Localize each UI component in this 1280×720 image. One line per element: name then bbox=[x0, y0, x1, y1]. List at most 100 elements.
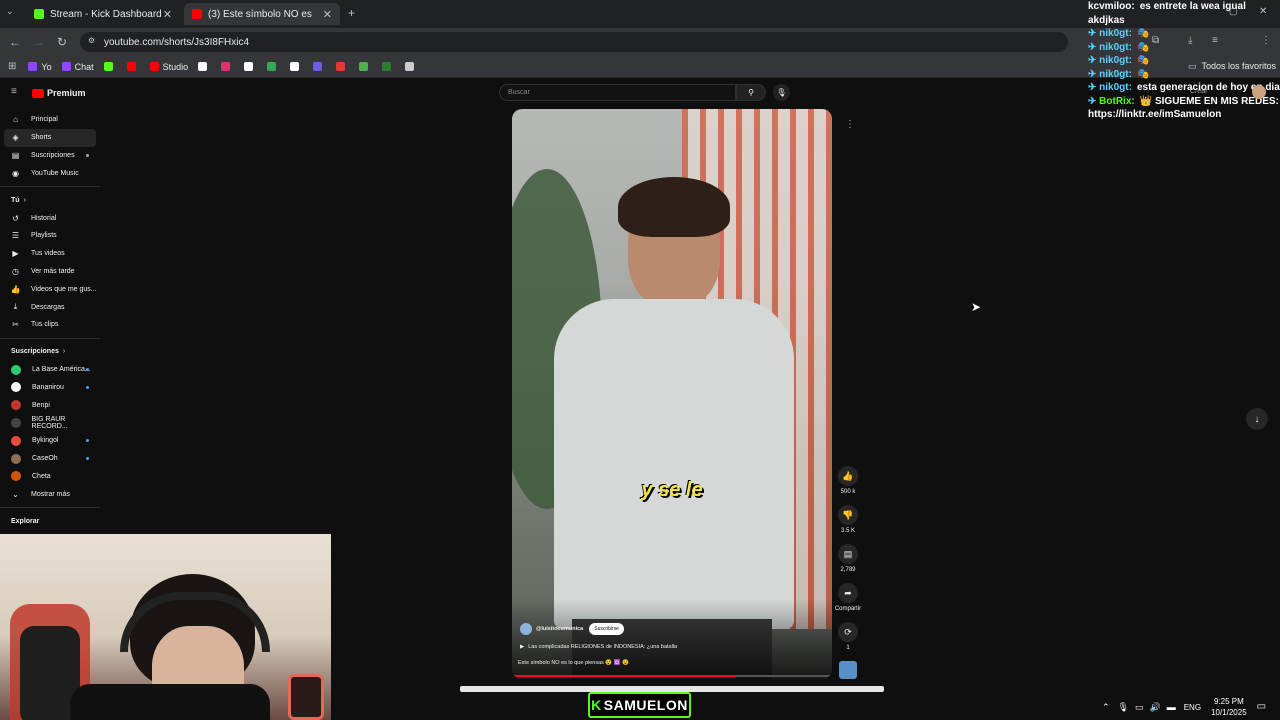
remix-icon: ⟳ bbox=[838, 622, 858, 642]
sidebar-item-playlists[interactable]: ☰ Playlists bbox=[0, 227, 100, 245]
subscription-channel[interactable]: La Base América... bbox=[0, 361, 100, 379]
subscription-channel[interactable]: BIG RAUR RECORD... bbox=[0, 414, 100, 432]
sound-thumbnail[interactable] bbox=[839, 661, 857, 679]
more-options-icon[interactable]: ⋮ bbox=[845, 120, 855, 130]
new-tab-icon[interactable]: + bbox=[348, 7, 355, 19]
subscription-channel[interactable]: Bananirou bbox=[0, 379, 100, 397]
show-more-button[interactable]: ⌄ Mostrar más bbox=[0, 485, 100, 503]
search-input[interactable]: Buscar bbox=[499, 84, 736, 101]
short-video-player[interactable]: y se le @luisitocomunica Suscribirse ▶ L… bbox=[512, 109, 832, 679]
bookmark-item[interactable] bbox=[359, 62, 372, 71]
mic-tray-icon[interactable]: 🎙 bbox=[1118, 702, 1129, 712]
sidebar-item-suscripciones[interactable]: ▤ Suscripciones bbox=[0, 147, 100, 165]
sidebar-item-your-videos[interactable]: ▶ Tus videos bbox=[0, 245, 100, 263]
channel-avatar[interactable] bbox=[520, 623, 532, 635]
kick-logo-icon: K bbox=[591, 697, 602, 713]
bookmark-item[interactable]: Studio bbox=[149, 62, 188, 72]
window-close-icon[interactable]: ✕ bbox=[1259, 7, 1267, 17]
sidebar-item-clips[interactable]: ✂ Tus clips bbox=[0, 316, 100, 334]
back-icon[interactable]: ← bbox=[9, 36, 21, 48]
person-hair bbox=[618, 177, 730, 237]
chat-message: ✈ nik0gt: 🎭 bbox=[1088, 27, 1280, 41]
bookmark-item[interactable]: Chat bbox=[61, 62, 94, 72]
subscription-channel[interactable]: Bykingol bbox=[0, 432, 100, 450]
youtube-logo[interactable]: Premium bbox=[32, 88, 86, 98]
bookmark-item[interactable] bbox=[336, 62, 349, 71]
bookmark-item[interactable] bbox=[290, 62, 303, 71]
chat-message: ✈ nik0gt: 🎭 bbox=[1088, 41, 1280, 55]
youtube-sidebar: ⌂ Principal ◈ Shorts ▤ Suscripciones ◉ YouTube … bbox=[0, 111, 100, 530]
reload-icon[interactable]: ↻ bbox=[57, 36, 67, 48]
downloads-icon: ⤓ bbox=[13, 302, 18, 312]
tab-search-icon[interactable]: ⌄ bbox=[6, 7, 14, 16]
progress-bar[interactable] bbox=[512, 675, 832, 677]
bookmark-item[interactable] bbox=[382, 62, 395, 71]
bookmark-favicon-icon bbox=[267, 62, 277, 71]
battery-icon[interactable]: ▬ bbox=[1167, 702, 1176, 712]
channel-avatar bbox=[11, 453, 21, 464]
subscription-channel[interactable]: Cheta bbox=[0, 468, 100, 486]
voice-search-button[interactable]: 🎙 bbox=[773, 84, 790, 101]
sidebar-item-principal[interactable]: ⌂ Principal bbox=[0, 111, 100, 129]
arrow-down-icon: ↓ bbox=[1254, 413, 1260, 425]
language-indicator[interactable]: ENG bbox=[1184, 703, 1201, 712]
notifications-icon[interactable]: ▭ bbox=[1257, 702, 1266, 712]
apps-icon[interactable]: ⊞ bbox=[8, 61, 16, 72]
chat-badge-icon: ✈ bbox=[1088, 41, 1100, 53]
bookmark-item[interactable] bbox=[221, 62, 234, 71]
remix-button[interactable]: ⟳ 1 bbox=[836, 622, 860, 651]
streamer-shirt bbox=[70, 684, 270, 720]
share-button[interactable]: ➦ Compartir bbox=[835, 583, 861, 612]
sidebar-item-downloads[interactable]: ⤓ Descargas bbox=[0, 298, 100, 316]
bookmark-item[interactable] bbox=[244, 62, 257, 71]
bookmark-favicon-icon bbox=[126, 62, 136, 71]
clock[interactable]: 9:25 PM 10/1/2025 bbox=[1211, 696, 1247, 718]
youtube-avatar[interactable] bbox=[1252, 85, 1266, 99]
close-icon[interactable]: ✕ bbox=[323, 8, 332, 21]
tray-chevron-icon[interactable]: ⌃ bbox=[1102, 702, 1110, 712]
bookmark-item[interactable]: Yo bbox=[28, 62, 52, 72]
tab-youtube-short[interactable]: (3) Este símbolo NO es lo q ✕ bbox=[184, 3, 340, 25]
bookmark-item[interactable] bbox=[103, 62, 117, 71]
restore-icon[interactable]: ▢ bbox=[1229, 7, 1238, 16]
microphone bbox=[288, 674, 324, 720]
bookmark-item[interactable] bbox=[313, 62, 326, 71]
bookmark-item[interactable] bbox=[126, 62, 140, 71]
bookmark-item[interactable] bbox=[267, 62, 280, 71]
you-section-title[interactable]: Tú › bbox=[0, 191, 100, 209]
close-icon[interactable]: ✕ bbox=[163, 8, 172, 21]
sidebar-item-history[interactable]: ↺ Historial bbox=[0, 209, 100, 227]
subscription-channel[interactable]: CaseOh bbox=[0, 450, 100, 468]
sidebar-item-shorts[interactable]: ◈ Shorts bbox=[4, 128, 96, 147]
sidebar-item-watch-later[interactable]: ◷ Ver más tarde bbox=[0, 263, 100, 281]
subscriptions-section-title[interactable]: Suscripciones › bbox=[0, 343, 100, 361]
comment-button[interactable]: ▤ 2,789 bbox=[836, 544, 860, 573]
site-info-icon[interactable]: ⚙ bbox=[88, 37, 95, 45]
play-icon: ▶ bbox=[520, 644, 525, 650]
sidebar-item-youtube-music[interactable]: ◉ YouTube Music bbox=[0, 164, 100, 182]
bookmark-item[interactable] bbox=[198, 62, 211, 71]
next-short-button[interactable]: ↓ bbox=[1246, 408, 1268, 430]
url-bar[interactable]: ⚙ youtube.com/shorts/Js3I8FHxic4 bbox=[80, 32, 1068, 52]
your-videos-icon: ▶ bbox=[12, 249, 19, 259]
network-icon[interactable]: ▭ bbox=[1135, 702, 1144, 712]
like-button[interactable]: 👍 500 k bbox=[836, 466, 860, 495]
subscribe-button[interactable]: Suscribirse bbox=[589, 623, 624, 635]
chevron-down-icon: ⌄ bbox=[12, 489, 19, 499]
channel-name[interactable]: @luisitocomunica bbox=[536, 626, 583, 632]
bookmark-favicon-icon bbox=[149, 62, 159, 71]
chat-message: ✈ BotRix: 👑 SIGUEME EN MIS REDES: https:/… bbox=[1088, 95, 1280, 122]
hamburger-icon[interactable]: ≡ bbox=[11, 87, 17, 97]
playlist-link[interactable]: ▶ Las complicadas RELIGIONES de INDONESI… bbox=[520, 644, 677, 650]
bookmark-item[interactable] bbox=[405, 62, 418, 71]
volume-icon[interactable]: 🔊 bbox=[1150, 702, 1161, 712]
kick-icon bbox=[34, 9, 44, 19]
tab-kick-dashboard[interactable]: Stream - Kick Dashboard ✕ bbox=[26, 3, 180, 25]
dislike-button[interactable]: 👎 3.5 K bbox=[836, 505, 860, 534]
subscription-channel[interactable]: Benpi bbox=[0, 396, 100, 414]
shorts-icon: ◈ bbox=[12, 133, 19, 143]
forward-icon[interactable]: → bbox=[33, 36, 45, 48]
sidebar-item-liked-videos[interactable]: 👍 Videos que me gus... bbox=[0, 280, 100, 298]
search-button[interactable]: ⚲ bbox=[736, 84, 766, 101]
chat-message: kcvmiloo: es entrete la wea igual akdjkas bbox=[1088, 0, 1280, 27]
